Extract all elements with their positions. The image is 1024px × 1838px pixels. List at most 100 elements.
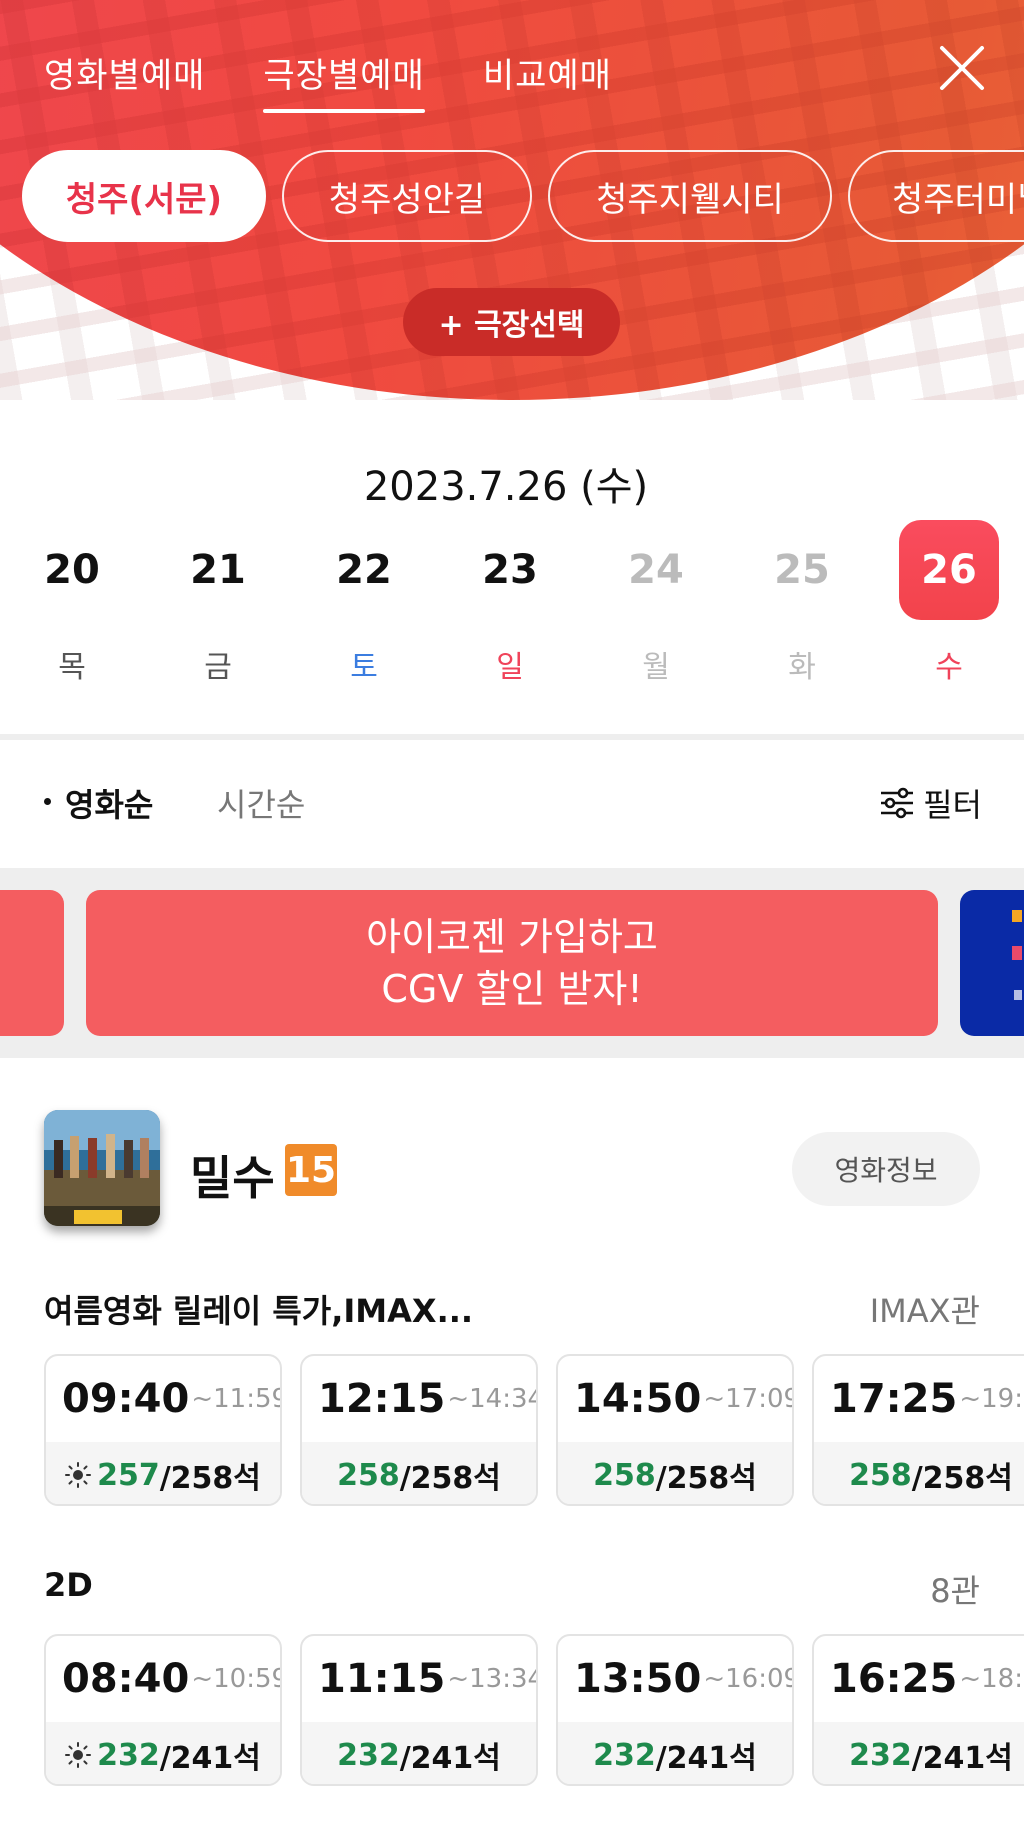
weekday-label: 일 bbox=[496, 650, 524, 685]
tab-theater-booking[interactable]: 극장별예매 bbox=[263, 48, 426, 113]
showtime-slot[interactable]: 17:25~19:44 258/258석 bbox=[812, 1354, 1024, 1506]
age-rating-badge: 15 bbox=[285, 1144, 337, 1196]
close-icon bbox=[940, 46, 984, 90]
date-number: 24 bbox=[628, 547, 684, 593]
date-item-23[interactable]: 23 일 bbox=[460, 520, 560, 686]
showtime-section-header: 2D 8관 bbox=[44, 1566, 980, 1610]
showtime-list: 08:40 ~10:59 232/241석 11:15 ~13:34 232/241… bbox=[44, 1634, 1024, 1788]
showtime-end: ~16:09 bbox=[703, 1664, 794, 1694]
showtime-start: 17:25 bbox=[830, 1376, 958, 1422]
seats-available: 232 bbox=[593, 1737, 656, 1773]
promo-banner-line2: CGV 할인 받자! bbox=[381, 967, 643, 1011]
showtime-end: ~11:59 bbox=[191, 1384, 282, 1414]
showtime-start: 09:40 bbox=[62, 1376, 190, 1422]
showtime-slot[interactable]: 11:15 ~13:34 232/241석 bbox=[300, 1634, 538, 1786]
section-format-title: 2D bbox=[44, 1566, 93, 1604]
movie-info-button[interactable]: 영화정보 bbox=[792, 1132, 980, 1206]
showtime-start: 14:50 bbox=[574, 1376, 702, 1422]
theater-chip-cheongju-seongan[interactable]: 청주성안길 bbox=[282, 150, 532, 242]
date-number: 25 bbox=[774, 547, 830, 593]
seats-total: /258석 bbox=[159, 1461, 261, 1496]
weekday-label: 월 bbox=[642, 650, 670, 685]
seats-total: /241석 bbox=[911, 1741, 1013, 1776]
showtime-end: ~17:09 bbox=[703, 1384, 794, 1414]
weekday-label: 화 bbox=[788, 650, 816, 685]
select-theater-button[interactable]: + 극장선택 bbox=[403, 288, 620, 356]
seats-total: /241석 bbox=[159, 1741, 261, 1776]
section-hall-label: 8관 bbox=[930, 1572, 980, 1610]
showtime-end: ~19:44 bbox=[959, 1384, 1024, 1414]
seats-total: /241석 bbox=[399, 1741, 501, 1776]
section-hall-label: IMAX관 bbox=[869, 1292, 980, 1330]
movie-title[interactable]: 밀수 bbox=[190, 1142, 275, 1208]
theater-chip-cheongju-terminal[interactable]: 청주터미널 bbox=[848, 150, 1024, 242]
movie-poster[interactable] bbox=[44, 1110, 160, 1226]
section-divider bbox=[0, 734, 1024, 740]
date-item-25: 25 화 bbox=[752, 520, 852, 686]
promo-banner[interactable]: 아이코젠 가입하고 CGV 할인 받자! bbox=[86, 890, 938, 1036]
showtime-slot[interactable]: 16:25~18:44 232/241석 bbox=[812, 1634, 1024, 1786]
seats-total: /241석 bbox=[655, 1741, 757, 1776]
sun-icon bbox=[65, 1462, 92, 1488]
date-item-22[interactable]: 22 토 bbox=[314, 520, 414, 686]
showtime-end: ~18:44 bbox=[959, 1664, 1024, 1694]
seats-available: 258 bbox=[849, 1457, 912, 1493]
sun-icon bbox=[65, 1742, 92, 1768]
theater-chip-cheongju-jiwell[interactable]: 청주지웰시티 bbox=[548, 150, 832, 242]
date-item-20[interactable]: 20 목 bbox=[22, 520, 122, 686]
showtime-start: 12:15 bbox=[318, 1376, 446, 1422]
seats-available: 232 bbox=[97, 1737, 160, 1773]
close-button[interactable] bbox=[938, 44, 986, 92]
showtime-section-header: 여름영화 릴레이 특가,IMAX... IMAX관 bbox=[44, 1286, 980, 1330]
date-item-21[interactable]: 21 금 bbox=[168, 520, 268, 686]
showtime-slot[interactable]: 09:40 ~11:59 257/258석 bbox=[44, 1354, 282, 1506]
sort-bar: 영화순 시간순 필터 bbox=[0, 780, 1024, 830]
promo-banner-line1: 아이코젠 가입하고 bbox=[366, 915, 658, 959]
date-number: 21 bbox=[190, 547, 246, 593]
date-number: 26 bbox=[899, 520, 999, 620]
showtime-start: 11:15 bbox=[318, 1656, 446, 1702]
seats-total: /258석 bbox=[911, 1461, 1013, 1496]
theater-chip-cheongju-seomun[interactable]: 청주(서문) bbox=[22, 150, 266, 242]
showtime-slot[interactable]: 12:15 ~14:34 258/258석 bbox=[300, 1354, 538, 1506]
showtime-slot[interactable]: 14:50 ~17:09 258/258석 bbox=[556, 1354, 794, 1506]
sort-time-order[interactable]: 시간순 bbox=[217, 780, 305, 826]
tab-compare-booking[interactable]: 비교예매 bbox=[483, 48, 612, 107]
selected-date-label: 2023.7.26 (수) bbox=[363, 464, 649, 510]
seats-available: 257 bbox=[97, 1457, 160, 1493]
poster-image bbox=[44, 1110, 160, 1226]
showtime-end: ~13:34 bbox=[447, 1664, 538, 1694]
weekday-label: 토 bbox=[350, 650, 378, 685]
movie-header: 밀수 15 영화정보 bbox=[0, 1110, 1024, 1232]
filter-label: 필터 bbox=[923, 786, 982, 824]
date-item-24: 24 월 bbox=[606, 520, 706, 686]
showtime-slot[interactable]: 08:40 ~10:59 232/241석 bbox=[44, 1634, 282, 1786]
promo-banner-prev[interactable] bbox=[0, 890, 64, 1036]
date-number: 23 bbox=[482, 547, 538, 593]
showtime-start: 16:25 bbox=[830, 1656, 958, 1702]
promo-banner-next[interactable] bbox=[960, 890, 1024, 1036]
weekday-label: 금 bbox=[204, 650, 232, 685]
showtime-slot[interactable]: 13:50 ~16:09 232/241석 bbox=[556, 1634, 794, 1786]
booking-tabs: 영화별예매 극장별예매 비교예매 bbox=[44, 48, 670, 113]
sort-movie-order[interactable]: 영화순 bbox=[44, 780, 153, 826]
tab-movie-booking[interactable]: 영화별예매 bbox=[44, 48, 205, 107]
sort-movie-order-label: 영화순 bbox=[65, 786, 154, 824]
date-number: 20 bbox=[44, 547, 100, 593]
seats-available: 258 bbox=[593, 1457, 656, 1493]
seats-total: /258석 bbox=[655, 1461, 757, 1496]
section-format-title: 여름영화 릴레이 특가,IMAX... bbox=[44, 1292, 474, 1330]
weekday-label: 목 bbox=[58, 650, 86, 685]
seats-available: 232 bbox=[337, 1737, 400, 1773]
banner-graphic-icon bbox=[1012, 910, 1022, 1000]
promo-banner-carousel: 아이코젠 가입하고 CGV 할인 받자! bbox=[0, 868, 1024, 1058]
date-item-26[interactable]: 26 수 bbox=[899, 520, 999, 686]
seats-available: 232 bbox=[849, 1737, 912, 1773]
filter-button[interactable]: 필터 bbox=[879, 780, 982, 826]
theater-chip-list: 청주(서문) 청주성안길 청주지웰시티 청주터미널 bbox=[22, 150, 1024, 242]
date-number: 22 bbox=[336, 547, 392, 593]
header: 영화별예매 극장별예매 비교예매 청주(서문) 청주성안길 청주지웰시티 청주터… bbox=[0, 0, 1024, 400]
filter-icon bbox=[881, 787, 914, 819]
seats-total: /258석 bbox=[399, 1461, 501, 1496]
showtime-end: ~10:59 bbox=[191, 1664, 282, 1694]
